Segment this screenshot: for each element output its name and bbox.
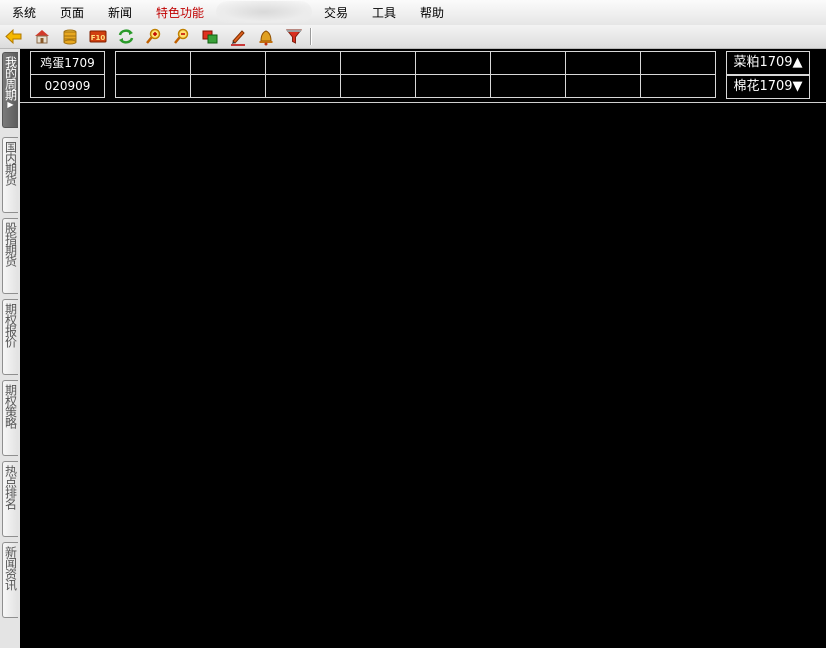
contract-code: 020909: [44, 79, 91, 93]
tab-label: 新闻资讯: [3, 546, 18, 590]
tab-label: 股指期货: [3, 222, 18, 266]
tab-hot-ranking[interactable]: 热点排名: [2, 461, 18, 537]
triangle-right-icon: ▶: [7, 100, 14, 109]
menu-page[interactable]: 页面: [60, 6, 84, 20]
grid-cell: [115, 51, 191, 75]
zoom-in-icon[interactable]: [144, 27, 164, 46]
pencil-icon[interactable]: [228, 27, 248, 46]
tab-my-period[interactable]: 我的周期 ▶: [2, 52, 18, 128]
tab-domestic-futures[interactable]: 国内期货: [2, 137, 18, 213]
menu-tools[interactable]: 工具: [372, 6, 396, 20]
menu-news[interactable]: 新闻: [108, 6, 132, 20]
grid-cell: [115, 74, 191, 98]
tab-label: 期权策略: [3, 384, 18, 428]
grid-cell: [190, 51, 266, 75]
menu-help[interactable]: 帮助: [420, 6, 444, 20]
contract-down-label: 棉花1709▼: [733, 79, 803, 94]
grid-cell: [265, 51, 341, 75]
grid-cell: [340, 74, 416, 98]
grid-cell: [265, 74, 341, 98]
tab-label: 热点排名: [3, 465, 18, 509]
grid-cell: [490, 51, 566, 75]
tab-label: 国内期货: [3, 141, 18, 185]
menu-trade[interactable]: 交易: [324, 6, 348, 20]
tab-label: 期权报价: [3, 303, 18, 347]
zoom-out-icon[interactable]: [172, 27, 192, 46]
grid-cell: [190, 74, 266, 98]
sidebar: 我的周期 ▶ 国内期货 股指期货 期权报价 期权策略 热点排名 新闻资讯: [0, 49, 20, 648]
toolbar-separator: [310, 28, 311, 45]
grid-cell: [415, 51, 491, 75]
tab-label: 我的周期: [3, 56, 18, 100]
window-icon[interactable]: [200, 27, 220, 46]
tab-option-strategy[interactable]: 期权策略: [2, 380, 18, 456]
grid-cell: [640, 51, 716, 75]
back-arrow-icon[interactable]: [4, 27, 24, 46]
grid-cell: [640, 74, 716, 98]
tab-option-quotes[interactable]: 期权报价: [2, 299, 18, 375]
home-icon[interactable]: [32, 27, 52, 46]
blurred-region: [216, 1, 312, 23]
grid-cell: [340, 51, 416, 75]
tab-index-futures[interactable]: 股指期货: [2, 218, 18, 294]
toolbar: F10: [0, 25, 826, 49]
grid-cell: [565, 74, 641, 98]
main-panel: [20, 49, 826, 648]
panel-divider: [20, 102, 826, 103]
filter-icon[interactable]: [284, 27, 304, 46]
menu-bar: 系统 页面 新闻 特色功能 交易 工具 帮助: [0, 0, 826, 25]
grid-cell: [565, 51, 641, 75]
tab-news-info[interactable]: 新闻资讯: [2, 542, 18, 618]
menu-system[interactable]: 系统: [12, 6, 36, 20]
grid-cell: [415, 74, 491, 98]
f10-icon[interactable]: F10: [88, 27, 108, 46]
contract-name: 鸡蛋1709: [40, 56, 95, 70]
svg-text:F10: F10: [91, 34, 106, 42]
bell-icon[interactable]: [256, 27, 276, 46]
contract-up-label: 菜粕1709▲: [733, 55, 803, 70]
database-icon[interactable]: [60, 27, 80, 46]
grid-cell: [490, 74, 566, 98]
refresh-icon[interactable]: [116, 27, 136, 46]
menu-features[interactable]: 特色功能: [156, 6, 204, 20]
